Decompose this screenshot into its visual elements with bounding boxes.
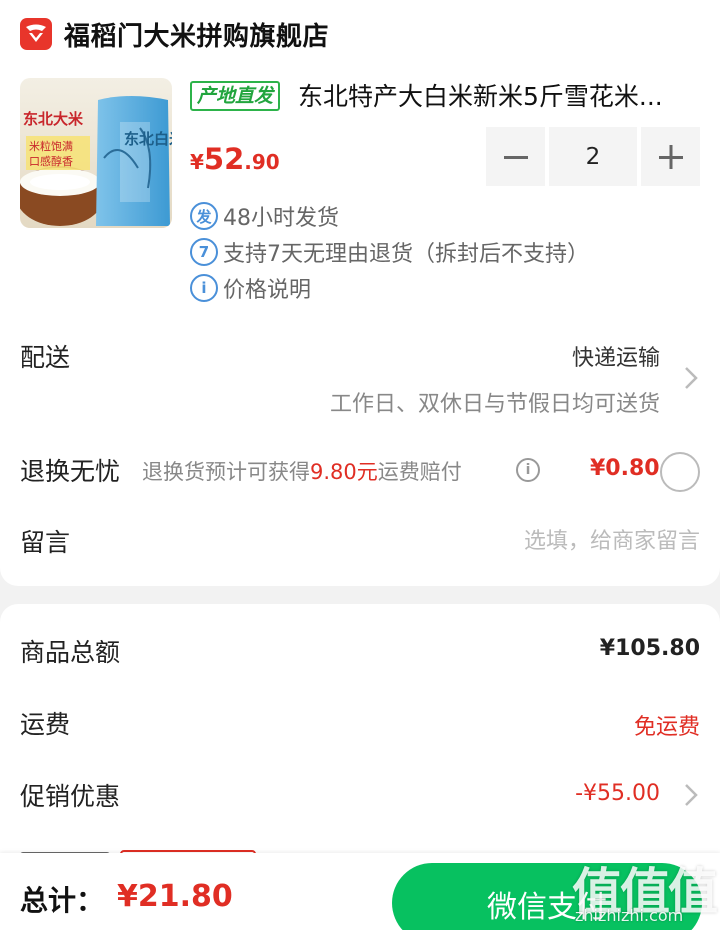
service-text: 48小时发货 xyxy=(223,206,339,231)
seven-day-icon: 7 xyxy=(190,238,218,266)
freight-label: 运费 xyxy=(20,710,71,739)
product-title[interactable]: 东北特产大白米新米5斤雪花米... xyxy=(298,80,702,114)
price-integer: 52 xyxy=(203,142,245,176)
bag-text-1: 东北白米 xyxy=(124,130,172,148)
info-icon[interactable]: i xyxy=(516,458,540,482)
total-label: 总计： xyxy=(20,884,105,917)
return-desc-prefix: 退换货预计可获得 xyxy=(142,460,310,484)
chevron-right-icon[interactable] xyxy=(684,366,698,390)
unit-price: ¥52.90 xyxy=(190,142,280,176)
service-price-info[interactable]: i 价格说明 xyxy=(190,272,311,304)
info-icon: i xyxy=(190,274,218,302)
service-text: 支持7天无理由退货（拆封后不支持） xyxy=(223,242,589,267)
quantity-stepper[interactable]: 2 xyxy=(486,127,700,186)
plus-icon xyxy=(658,144,683,169)
store-name: 福稻门大米拼购旗舰店 xyxy=(64,21,330,52)
product-image[interactable]: 东北白米 东北大米 米粒饱满 口感醇香 xyxy=(20,78,172,228)
service-shipping-time: 发 48小时发货 xyxy=(190,200,339,232)
store-header[interactable]: 福稻门大米拼购旗舰店 xyxy=(20,14,329,54)
return-desc-suffix: 运费赔付 xyxy=(377,460,462,484)
watermark-url: zhizhizhi.com xyxy=(575,906,684,925)
service-return-policy[interactable]: 7 支持7天无理由退货（拆封后不支持） xyxy=(190,236,589,268)
shipping-method[interactable]: 快递运输 xyxy=(572,340,660,372)
message-label: 留言 xyxy=(20,528,71,557)
image-banner-text: 东北大米 xyxy=(23,110,84,128)
return-insurance-desc: 退换货预计可获得9.80元运费赔付 xyxy=(142,456,462,486)
ship-badge-icon: 发 xyxy=(190,202,218,230)
return-desc-amount: 9.80元 xyxy=(310,460,378,484)
store-logo-icon xyxy=(20,18,52,50)
minus-icon xyxy=(503,155,528,159)
subtotal-value: ¥105.80 xyxy=(599,636,700,661)
freight-value: 免运费 xyxy=(633,715,700,740)
rice-bag-image: 东北白米 东北大米 米粒饱满 口感醇香 xyxy=(20,78,172,228)
image-sub2: 口感醇香 xyxy=(29,154,73,168)
return-insurance-label: 退换无忧 xyxy=(20,457,121,486)
chevron-right-icon[interactable] xyxy=(684,783,698,807)
shipping-note: 工作日、双休日与节假日均可送货 xyxy=(329,392,660,417)
return-insurance-price: ¥0.80 xyxy=(590,456,660,481)
promotion-value[interactable]: -¥55.00 xyxy=(575,781,660,806)
decrease-button[interactable] xyxy=(486,127,545,186)
message-input[interactable] xyxy=(360,524,700,558)
return-insurance-radio[interactable] xyxy=(660,452,700,492)
origin-badge: 产地直发 xyxy=(190,81,281,111)
price-decimal: .90 xyxy=(244,150,280,174)
subtotal-label: 商品总额 xyxy=(20,638,121,667)
total-value: ¥21.80 xyxy=(117,879,233,914)
increase-button[interactable] xyxy=(641,127,700,186)
quantity-value[interactable]: 2 xyxy=(549,127,637,186)
shipping-label: 配送 xyxy=(20,343,71,372)
image-sub1: 米粒饱满 xyxy=(29,139,73,153)
service-text: 价格说明 xyxy=(223,278,312,303)
price-currency: ¥ xyxy=(190,150,204,174)
order-card: 福稻门大米拼购旗舰店 东北白米 东北大米 米粒饱满 口感醇 xyxy=(0,0,720,586)
promotion-label: 促销优惠 xyxy=(20,782,121,811)
